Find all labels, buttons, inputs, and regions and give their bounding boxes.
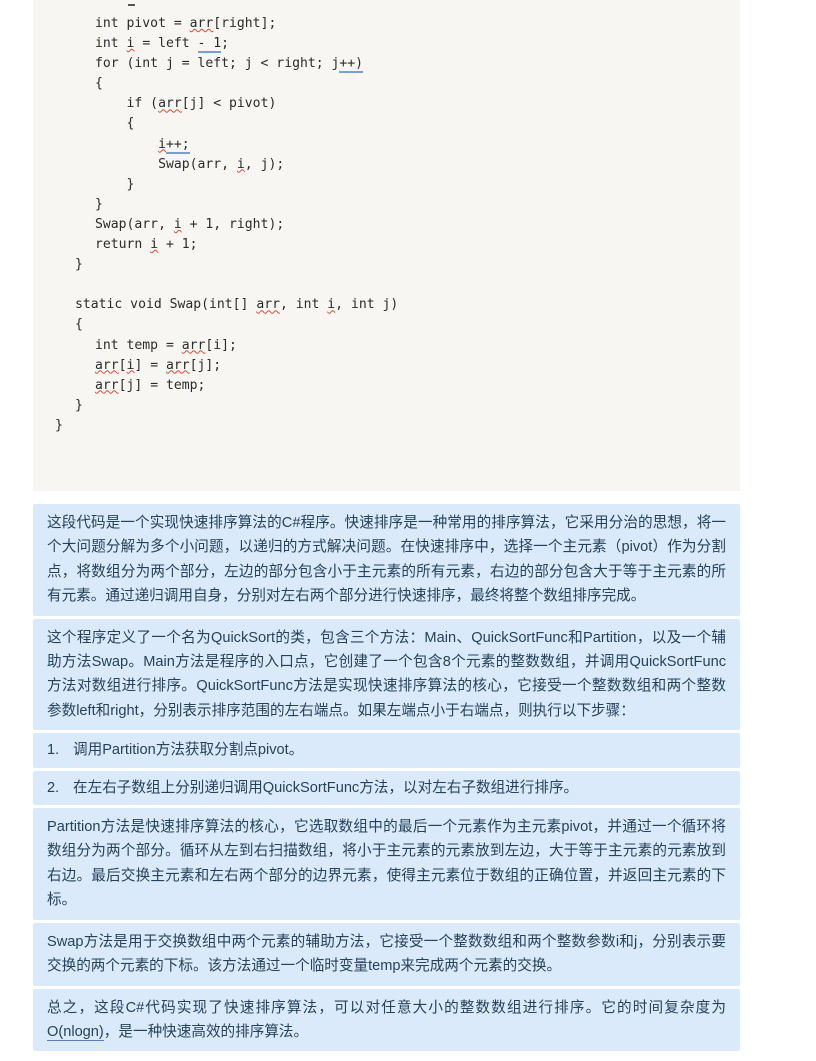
code-line: Swap(arr, i, j); [95,156,285,172]
spellcheck-word: i [126,36,135,52]
spellcheck-word: i [150,237,159,253]
complexity-value: O(nlogn) [47,1023,104,1041]
answer-paragraph-partition: Partition方法是快速排序算法的核心，它选取数组中的最后一个元素作为主元素… [33,808,740,920]
spellcheck-word: arr [256,297,280,313]
code-line: arr[j] = temp; [95,377,206,393]
spellcheck-word: arr [95,377,119,393]
spellcheck-word: i [173,216,182,232]
code-line: i++; [33,135,740,155]
code-content[interactable]: int pivot = arr[right]; int i = left - 1;… [33,0,740,436]
code-line: { [95,116,135,132]
step-text: 在左右子数组上分别递归调用QuickSortFunc方法，以对左右子数组进行排序… [73,779,579,796]
answer-paragraph-swap: Swap方法是用于交换数组中两个元素的辅助方法，它接受一个整数数组和两个整数参数… [33,922,740,986]
code-line: arr[i] = arr[j]; [95,357,222,373]
text-caret [128,4,135,6]
code-line: { [95,76,103,92]
grammar-mark: ++) [339,56,364,74]
answer-paragraph-conclusion: 总之，这段C#代码实现了快速排序算法，可以对任意大小的整数数组进行排序。它的时间… [33,988,740,1052]
spellcheck-word: arr [165,357,190,373]
code-line: } [55,417,63,433]
spellcheck-word: i [126,357,135,373]
code-line: int temp = arr[i]; [95,337,237,353]
step-text: 调用Partition方法获取分割点pivot。 [73,742,304,759]
code-line: return i + 1; [95,237,198,253]
spellcheck-word: i [158,136,166,152]
code-line: } [75,397,83,413]
conclusion-prefix: 总之，这段C#代码实现了快速排序算法，可以对任意大小的整数数组进行排序。它的时间… [47,999,726,1016]
code-line: Swap(arr, i + 1, right); [95,216,285,232]
spellcheck-word: i [236,156,245,172]
code-line: int i = left - 1; [95,36,230,54]
grammar-mark: ++; [165,136,190,154]
code-line: static void Swap(int[] arr, int i, int j… [75,297,399,313]
spellcheck-word: arr [181,337,206,353]
answer-step-2: 2. 在左右子数组上分别递归调用QuickSortFunc方法，以对左右子数组进… [33,770,740,806]
answer-paragraph-structure: 这个程序定义了一个名为QuickSort的类，包含三个方法：Main、Quick… [33,618,740,731]
spellcheck-word: arr [189,16,214,31]
code-line: } [75,257,83,273]
spellcheck-word: arr [158,96,182,112]
spellcheck-word: arr [95,357,119,373]
grammar-mark: - 1 [197,36,222,54]
step-number: 2. [47,779,60,796]
code-block[interactable]: int pivot = arr[right]; int i = left - 1;… [33,0,740,491]
code-line: } [95,176,135,192]
spellcheck-word: i [327,297,336,313]
code-line: int pivot = arr[right]; [95,16,277,31]
code-line: if (arr[j] < pivot) [95,96,277,112]
step-number: 1. [47,742,60,759]
code-line: } [95,196,103,212]
code-line: for (int j = left; j < right; j++) [95,56,364,74]
answer-paragraph-overview: 这段代码是一个实现快速排序算法的C#程序。快速排序是一种常用的排序算法，它采用分… [33,504,740,616]
page-root: int pivot = arr[right]; int i = left - 1;… [0,0,816,1061]
answer-step-1: 1. 调用Partition方法获取分割点pivot。 [33,733,740,768]
answer-container: 这段代码是一个实现快速排序算法的C#程序。快速排序是一种常用的排序算法，它采用分… [33,504,740,1054]
conclusion-suffix: ，是一种快速高效的排序算法。 [103,1023,309,1040]
code-line: { [75,317,83,333]
